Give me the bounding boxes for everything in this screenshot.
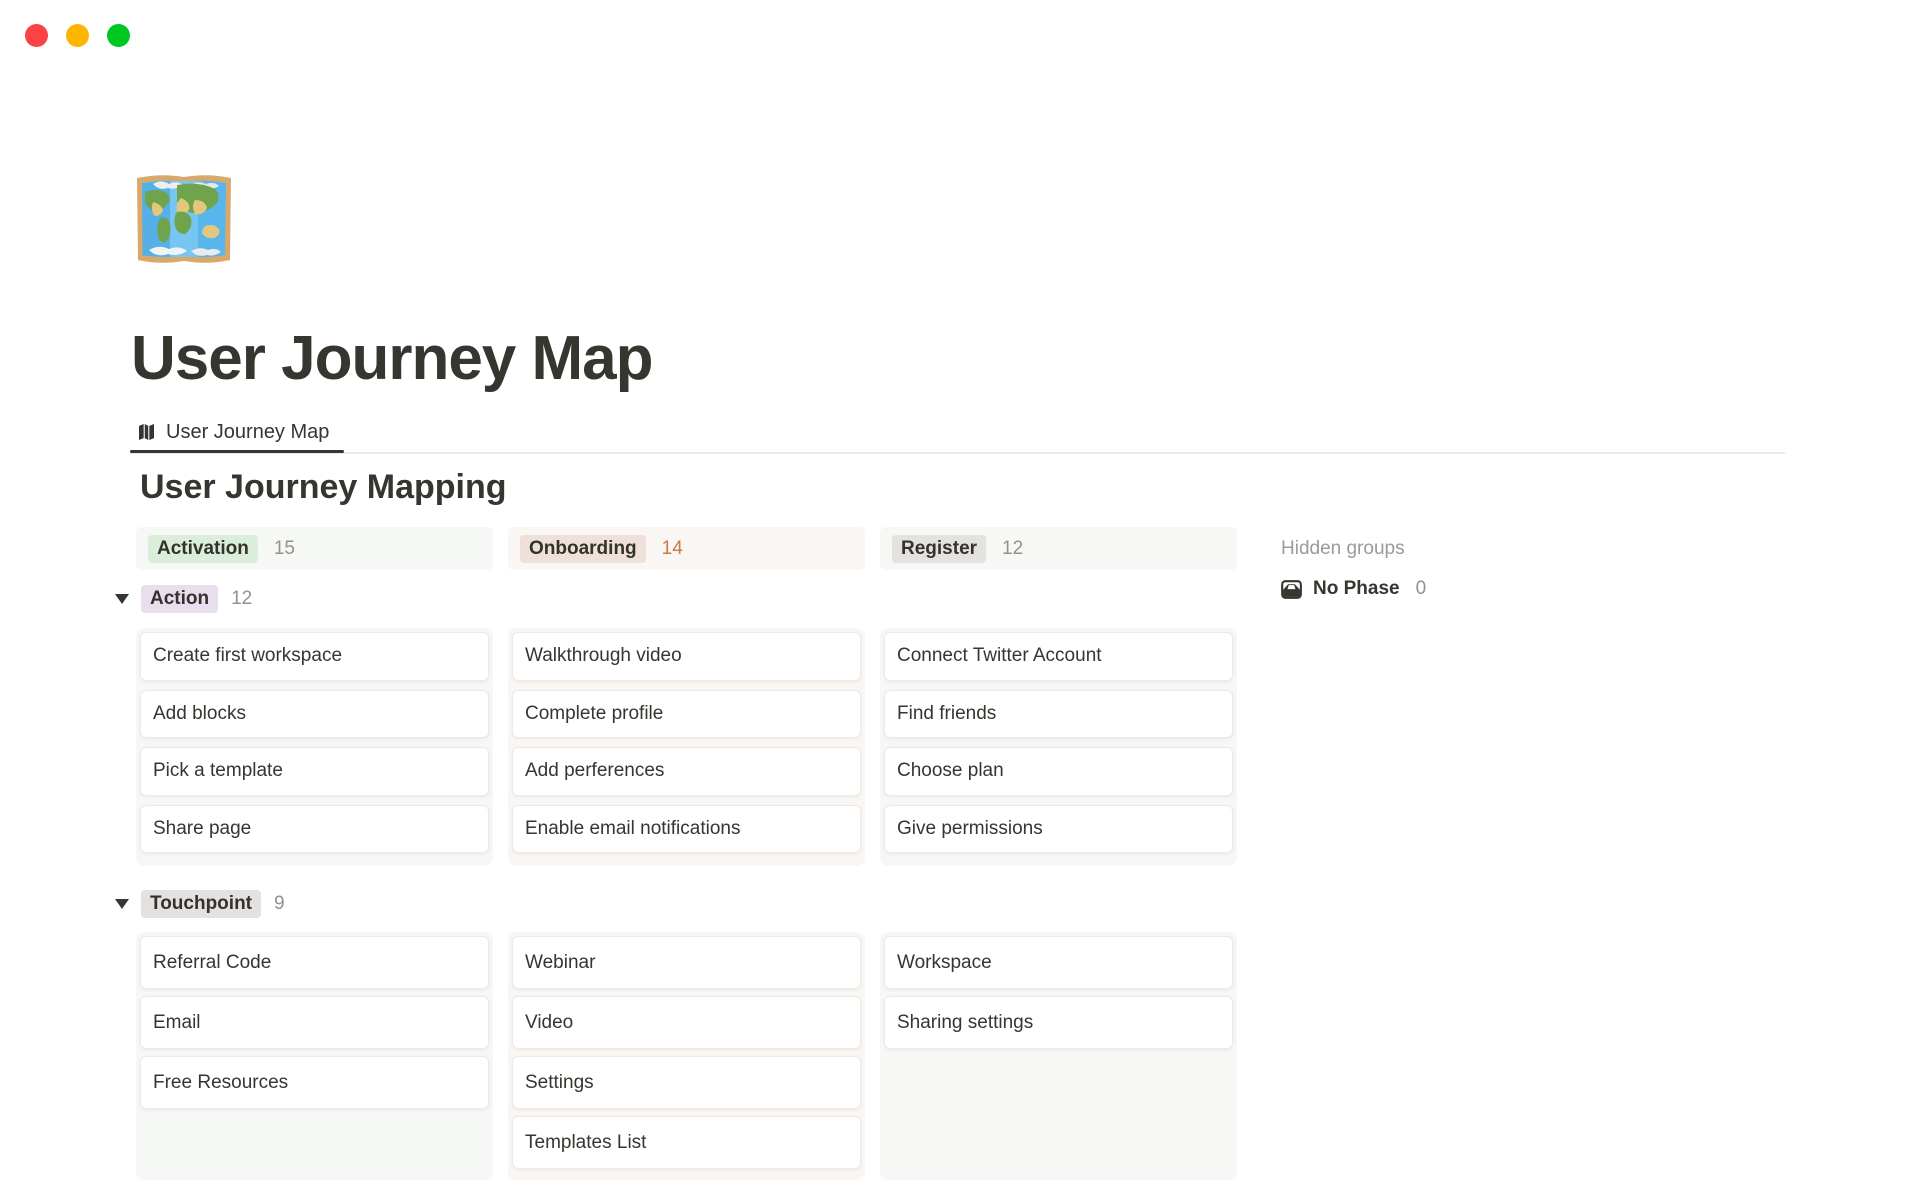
column-count: 15 [274,538,295,560]
board-card[interactable]: Connect Twitter Account [884,632,1233,681]
board-card[interactable]: Video [512,996,861,1049]
column-badge: Onboarding [520,535,646,563]
close-window-button[interactable] [25,24,48,47]
board-card[interactable]: Workspace [884,936,1233,989]
group-badge[interactable]: Touchpoint [141,890,261,918]
board-card[interactable]: Add perferences [512,747,861,796]
group-header-action: Action 12 [115,584,252,614]
cards-column-onboarding: Webinar Video Settings Templates List [508,932,865,1180]
cards-column-register: Workspace Sharing settings [880,932,1237,1180]
board-card[interactable]: Complete profile [512,690,861,739]
board-card[interactable]: Create first workspace [140,632,489,681]
active-tab-indicator [130,450,344,453]
window-controls [25,24,130,47]
board-column-headers: Activation 15 Onboarding 14 Register 12 [136,527,1237,570]
board-card[interactable]: Add blocks [140,690,489,739]
collapse-toggle-icon[interactable] [115,899,129,909]
group-action-cards: Create first workspace Add blocks Pick a… [136,628,1237,866]
tab-label: User Journey Map [166,421,329,444]
notion-window: User Journey Map User Journey Map User J… [0,0,1920,1200]
hidden-group-count: 0 [1416,578,1427,600]
board-card[interactable]: Email [140,996,489,1049]
hidden-group-label: No Phase [1313,578,1400,600]
group-count: 12 [231,588,252,610]
zoom-window-button[interactable] [107,24,130,47]
hidden-group-no-phase[interactable]: No Phase 0 [1281,578,1426,600]
collapse-toggle-icon[interactable] [115,594,129,604]
view-heading: User Journey Mapping [140,468,507,507]
board-card[interactable]: Give permissions [884,805,1233,854]
cards-column-register: Connect Twitter Account Find friends Cho… [880,628,1237,866]
board-card[interactable]: Sharing settings [884,996,1233,1049]
board-card[interactable]: Templates List [512,1116,861,1169]
cards-column-activation: Referral Code Email Free Resources [136,932,493,1180]
board-card[interactable]: Settings [512,1056,861,1109]
cards-column-onboarding: Walkthrough video Complete profile Add p… [508,628,865,866]
board-card[interactable]: Pick a template [140,747,489,796]
page-title[interactable]: User Journey Map [131,323,653,394]
column-count: 14 [662,538,683,560]
column-header-onboarding[interactable]: Onboarding 14 [508,527,865,570]
board-card[interactable]: Enable email notifications [512,805,861,854]
board-card[interactable]: Walkthrough video [512,632,861,681]
column-badge: Register [892,535,986,563]
board-card[interactable]: Choose plan [884,747,1233,796]
hidden-groups-title: Hidden groups [1281,538,1405,560]
minimize-window-button[interactable] [66,24,89,47]
tabbar-divider [130,452,1785,454]
page-emoji-world-map-icon[interactable] [133,170,235,268]
board-card[interactable]: Share page [140,805,489,854]
cards-column-activation: Create first workspace Add blocks Pick a… [136,628,493,866]
board-card[interactable]: Referral Code [140,936,489,989]
column-count: 12 [1002,538,1023,560]
box-icon [1281,580,1302,599]
group-badge[interactable]: Action [141,585,218,613]
board-card[interactable]: Find friends [884,690,1233,739]
group-header-touchpoint: Touchpoint 9 [115,889,285,919]
map-icon [136,422,157,442]
group-touchpoint-cards: Referral Code Email Free Resources Webin… [136,932,1237,1180]
board-card[interactable]: Free Resources [140,1056,489,1109]
tab-user-journey-map[interactable]: User Journey Map [136,413,329,451]
group-count: 9 [274,893,285,915]
column-badge: Activation [148,535,258,563]
board-card[interactable]: Webinar [512,936,861,989]
column-header-activation[interactable]: Activation 15 [136,527,493,570]
column-header-register[interactable]: Register 12 [880,527,1237,570]
